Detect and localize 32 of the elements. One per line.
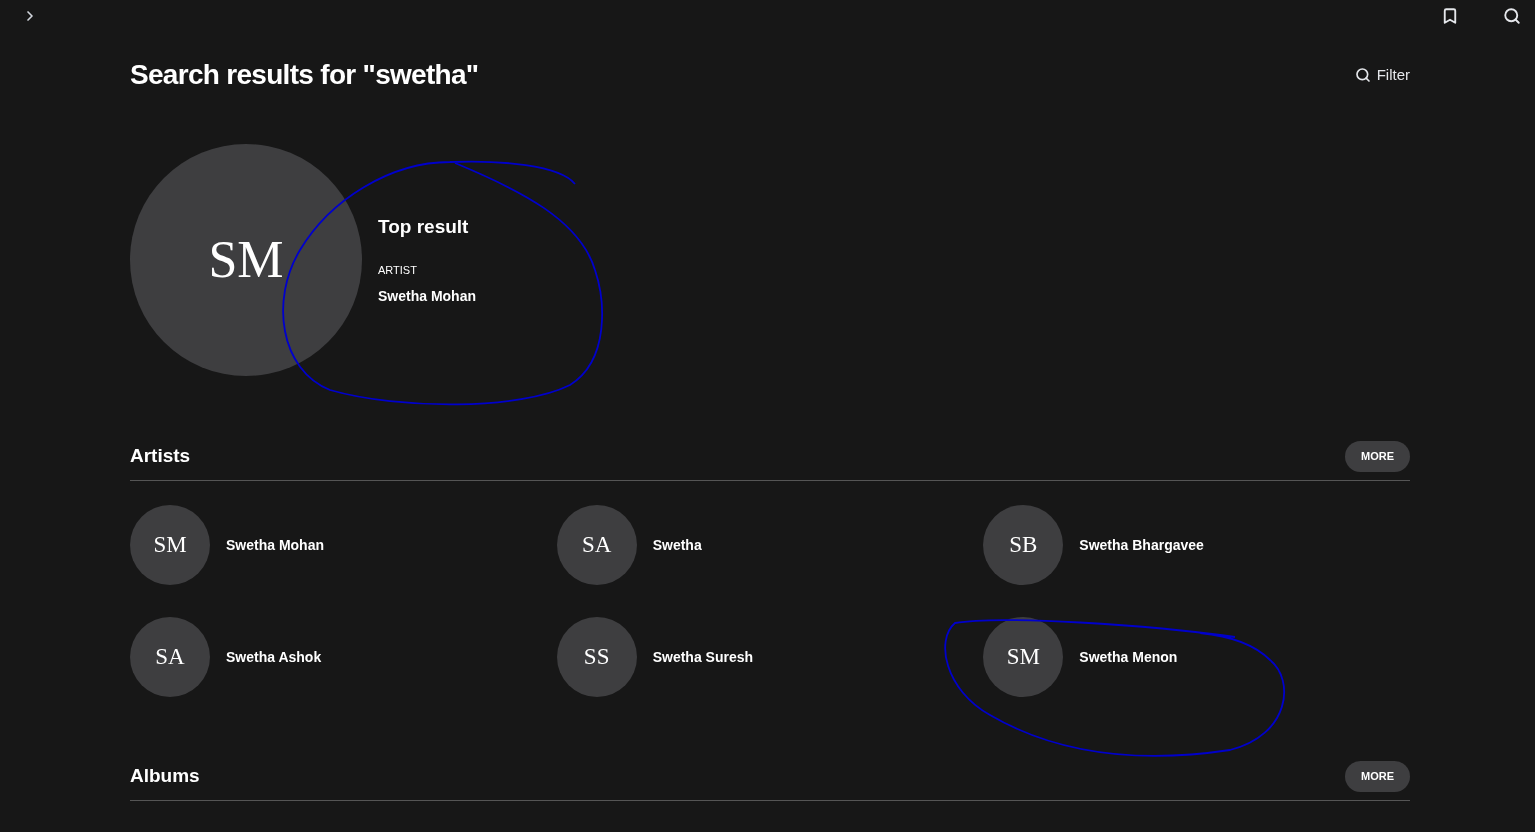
avatar-initials: SM xyxy=(153,530,187,559)
artist-name[interactable]: Swetha Menon xyxy=(1079,646,1178,668)
search-icon xyxy=(1354,67,1371,83)
artist-avatar[interactable]: SM xyxy=(130,505,210,585)
avatar-initials: SS xyxy=(583,642,610,671)
more-button[interactable]: MORE xyxy=(1345,441,1410,472)
avatar-initials: SM xyxy=(1006,642,1040,671)
section-title: Albums xyxy=(130,764,200,789)
artist-name[interactable]: Swetha Bhargavee xyxy=(1079,534,1204,556)
result-type: ARTIST xyxy=(378,262,418,278)
avatar-initials: SM xyxy=(208,230,284,290)
artist-avatar[interactable]: SS xyxy=(556,617,637,697)
top-result-heading: Top result xyxy=(378,215,470,239)
artist-avatar[interactable]: SB xyxy=(983,505,1064,585)
section-title: Artists xyxy=(130,444,191,469)
artist-name[interactable]: Swetha Suresh xyxy=(652,646,754,668)
artist-avatar[interactable]: SM xyxy=(983,617,1064,697)
artist-name[interactable]: Swetha xyxy=(652,534,702,556)
search-icon[interactable] xyxy=(1503,7,1521,25)
artist-name[interactable]: Swetha Ashok xyxy=(226,646,322,668)
bookmark-icon[interactable] xyxy=(1441,7,1459,25)
avatar-initials: SA xyxy=(581,530,612,559)
avatar-initials: SB xyxy=(1009,530,1038,559)
avatar-initials: SA xyxy=(155,642,185,671)
artist-name[interactable]: Swetha Mohan xyxy=(378,286,476,307)
artist-avatar[interactable]: SA xyxy=(556,505,637,585)
artist-name[interactable]: Swetha Mohan xyxy=(226,534,324,556)
artist-avatar[interactable]: SM xyxy=(130,144,362,376)
more-button[interactable]: MORE xyxy=(1345,761,1410,792)
filter-button[interactable]: Filter xyxy=(1354,63,1410,87)
artist-avatar[interactable]: SA xyxy=(130,617,210,697)
page-title: Search results for "swetha" xyxy=(130,58,479,92)
